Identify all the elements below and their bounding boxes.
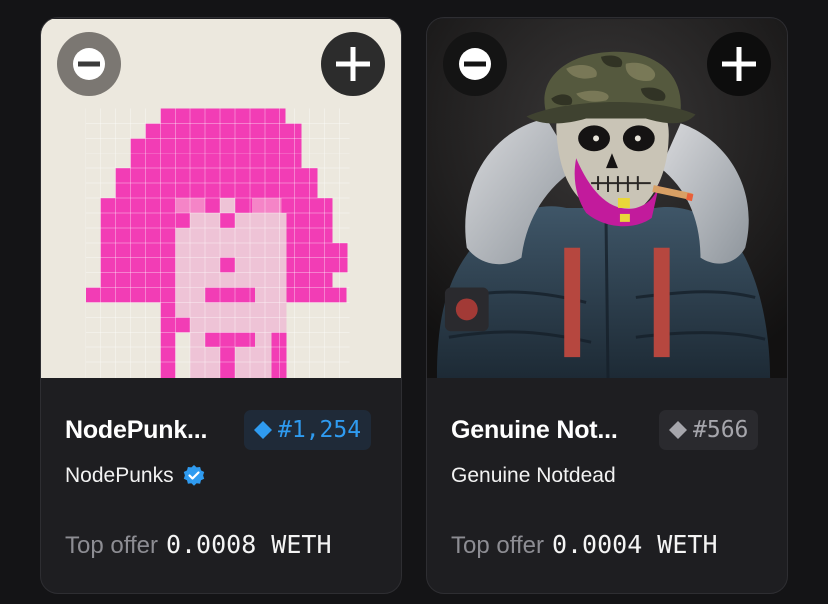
nft-name[interactable]: Genuine Not... xyxy=(451,416,618,445)
diamond-icon xyxy=(669,421,687,439)
top-offer-value: 0.0004 WETH xyxy=(551,530,718,559)
top-offer-value: 0.0008 WETH xyxy=(165,530,332,559)
verified-icon xyxy=(183,465,204,486)
top-offer-label: Top offer xyxy=(451,532,544,559)
token-id: #1,254 xyxy=(278,417,362,443)
remove-button[interactable] xyxy=(443,32,507,96)
add-button[interactable] xyxy=(707,32,771,96)
top-offer: Top offer 0.0008 WETH xyxy=(65,530,332,560)
nft-card-genuine-notdead[interactable]: Genuine Not... #566 Genuine Notdead Top … xyxy=(426,17,788,594)
nft-name[interactable]: NodePunk... xyxy=(65,416,207,445)
collection-name: Genuine Notdead xyxy=(451,464,616,487)
token-id: #566 xyxy=(693,417,749,443)
add-icon xyxy=(336,47,370,81)
top-offer-label: Top offer xyxy=(65,532,158,559)
remove-icon xyxy=(73,48,105,80)
collection-name: NodePunks xyxy=(65,464,174,487)
collection-link[interactable]: NodePunks xyxy=(65,464,206,488)
token-id-badge: #566 xyxy=(659,410,759,450)
add-icon xyxy=(722,47,756,81)
top-offer: Top offer 0.0004 WETH xyxy=(451,530,718,560)
diamond-icon xyxy=(254,421,272,439)
nft-card-nodepunk[interactable]: NodePunk... #1,254 NodePunks Top offer 0… xyxy=(40,17,402,594)
token-id-badge: #1,254 xyxy=(244,410,372,450)
add-button[interactable] xyxy=(321,32,385,96)
remove-button[interactable] xyxy=(57,32,121,96)
remove-icon xyxy=(459,48,491,80)
collection-link[interactable]: Genuine Notdead xyxy=(451,464,616,488)
